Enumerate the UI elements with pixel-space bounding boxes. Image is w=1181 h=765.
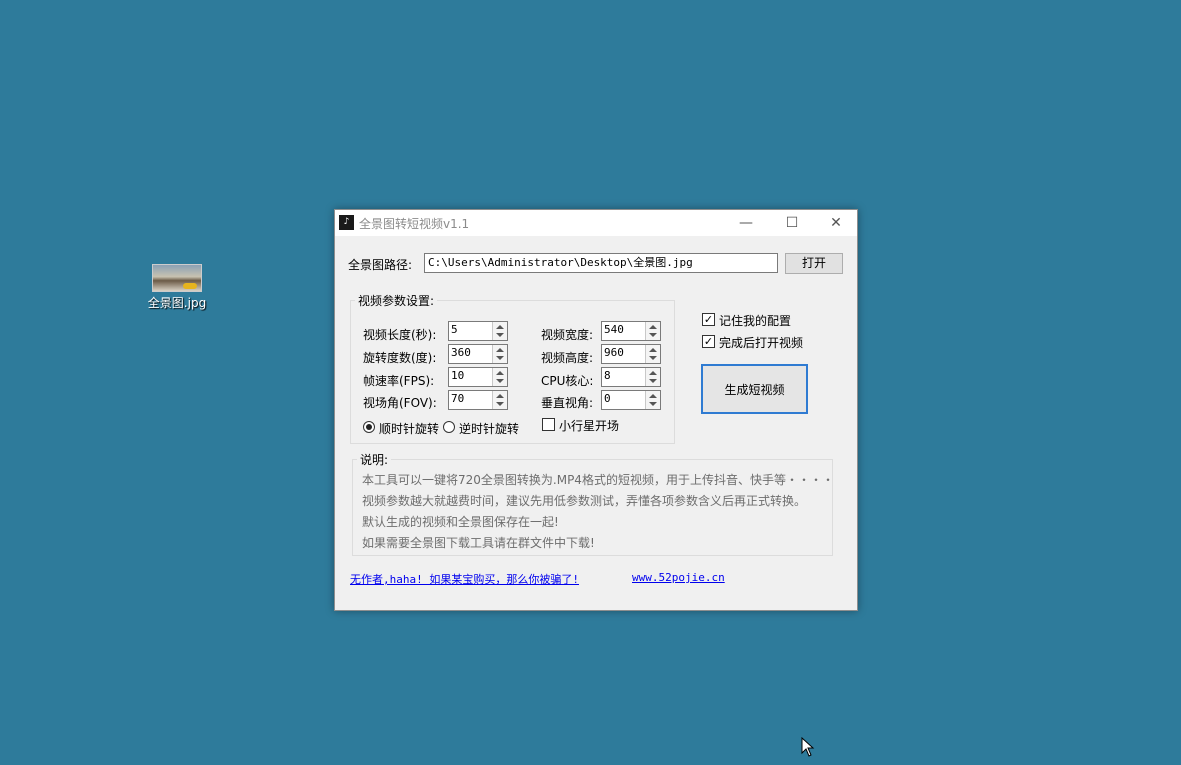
param-label-rotation: 旋转度数(度): (363, 351, 437, 365)
minimize-button[interactable]: — (723, 210, 769, 236)
remember-config-checkbox[interactable]: ✓ (702, 313, 715, 326)
spinner-arrows-icon[interactable] (645, 391, 660, 409)
param-label-height: 视频高度: (541, 351, 594, 365)
desktop-file-label: 全景图.jpg (147, 296, 207, 310)
app-logo-icon: ♪ (339, 215, 354, 230)
counterclockwise-label[interactable]: 逆时针旋转 (459, 420, 519, 437)
param-label-cpu: CPU核心: (541, 374, 594, 388)
width-spinner[interactable]: 540 (601, 321, 661, 341)
image-thumbnail-icon (152, 264, 202, 292)
counterclockwise-radio[interactable] (443, 421, 455, 433)
spinner-arrows-icon[interactable] (492, 322, 507, 340)
param-label-fps: 帧速率(FPS): (363, 374, 435, 388)
path-label: 全景图路径: (348, 258, 413, 272)
cpu-value: 8 (604, 369, 611, 382)
duration-value: 5 (451, 323, 458, 336)
desktop-file-icon[interactable]: 全景图.jpg (146, 264, 208, 311)
params-group-title: 视频参数设置: (355, 292, 438, 309)
clockwise-radio[interactable] (363, 421, 375, 433)
rotation-value: 360 (451, 346, 471, 359)
description-line: 视频参数越大就越费时间，建议先用低参数测试，弄懂各项参数含义后再正式转换。 (362, 494, 807, 508)
description-line: 本工具可以一键将720全景图转换为.MP4格式的短视频，用于上传抖音、快手等・・… (362, 473, 834, 487)
title-bar[interactable]: ♪ 全景图转短视频v1.1 — ☐ ✕ (335, 210, 857, 236)
fps-value: 10 (451, 369, 465, 382)
param-label-width: 视频宽度: (541, 328, 594, 342)
spinner-arrows-icon[interactable] (645, 368, 660, 386)
fps-spinner[interactable]: 10 (448, 367, 508, 387)
fov-value: 70 (451, 392, 465, 405)
close-button[interactable]: ✕ (813, 210, 859, 236)
cpu-spinner[interactable]: 8 (601, 367, 661, 387)
planet-intro-checkbox[interactable] (542, 418, 555, 431)
planet-intro-label[interactable]: 小行星开场 (559, 417, 619, 434)
param-label-duration: 视频长度(秒): (363, 328, 437, 342)
open-after-label[interactable]: 完成后打开视频 (719, 334, 803, 351)
width-value: 540 (604, 323, 624, 336)
open-button[interactable]: 打开 (785, 253, 843, 274)
window-title: 全景图转短视频v1.1 (359, 217, 470, 231)
clockwise-label[interactable]: 顺时针旋转 (379, 420, 439, 437)
open-after-checkbox[interactable]: ✓ (702, 335, 715, 348)
spinner-arrows-icon[interactable] (645, 322, 660, 340)
spinner-arrows-icon[interactable] (645, 345, 660, 363)
vertical-angle-value: 0 (604, 392, 611, 405)
description-line: 默认生成的视频和全景图保存在一起! (362, 515, 559, 529)
generate-video-button[interactable]: 生成短视频 (701, 364, 808, 414)
path-input[interactable]: C:\Users\Administrator\Desktop\全景图.jpg (424, 253, 778, 273)
vertical-angle-spinner[interactable]: 0 (601, 390, 661, 410)
site-link[interactable]: www.52pojie.cn (632, 571, 725, 584)
spinner-arrows-icon[interactable] (492, 391, 507, 409)
description-title: 说明: (357, 451, 392, 468)
app-window: ♪ 全景图转短视频v1.1 — ☐ ✕ 全景图路径: C:\Users\Admi… (334, 209, 858, 611)
fov-spinner[interactable]: 70 (448, 390, 508, 410)
param-label-fov: 视场角(FOV): (363, 396, 437, 410)
rotation-spinner[interactable]: 360 (448, 344, 508, 364)
maximize-button[interactable]: ☐ (769, 210, 815, 236)
spinner-arrows-icon[interactable] (492, 368, 507, 386)
duration-spinner[interactable]: 5 (448, 321, 508, 341)
description-line: 如果需要全景图下载工具请在群文件中下载! (362, 536, 595, 550)
author-link[interactable]: 无作者,haha! 如果某宝购买，那么你被骗了! (350, 571, 579, 587)
height-value: 960 (604, 346, 624, 359)
remember-config-label[interactable]: 记住我的配置 (719, 312, 791, 329)
spinner-arrows-icon[interactable] (492, 345, 507, 363)
height-spinner[interactable]: 960 (601, 344, 661, 364)
param-label-vertical-angle: 垂直视角: (541, 396, 594, 410)
